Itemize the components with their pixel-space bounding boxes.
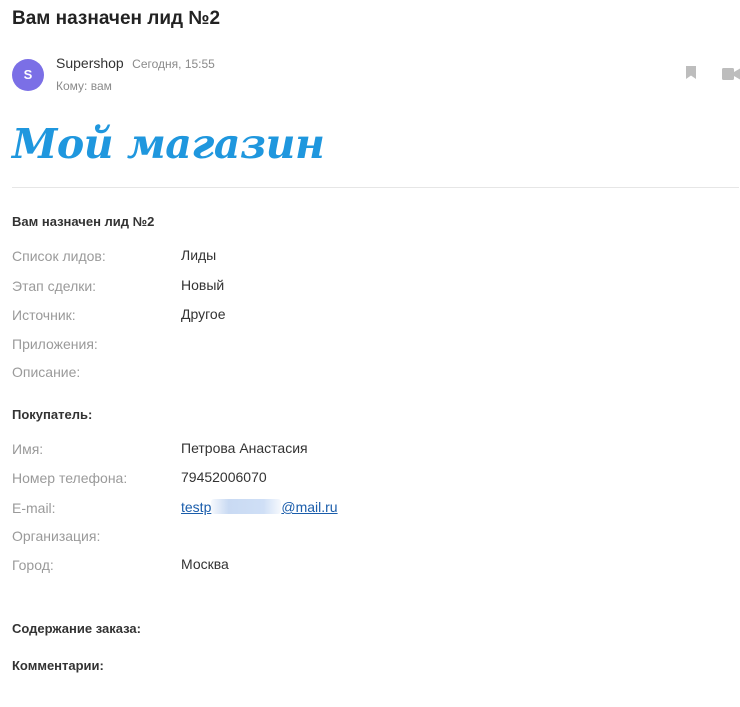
field-label: Имя: bbox=[12, 441, 44, 457]
divider bbox=[12, 187, 739, 188]
lead-field-list: Список лидов: Лиды bbox=[12, 247, 732, 266]
field-label: Организация: bbox=[12, 528, 101, 544]
lead-field-source: Источник: Другое bbox=[12, 306, 732, 325]
field-label: Город: bbox=[12, 557, 54, 573]
email-suffix[interactable]: @mail.ru bbox=[281, 499, 337, 515]
field-label: E-mail: bbox=[12, 500, 56, 516]
sent-time: Сегодня, 15:55 bbox=[132, 57, 215, 71]
field-value: Москва bbox=[181, 556, 229, 572]
field-label: Источник: bbox=[12, 307, 76, 323]
field-value: Петрова Анастасия bbox=[181, 440, 308, 456]
email-link[interactable]: testp @mail.ru bbox=[181, 499, 338, 515]
buyer-title: Покупатель: bbox=[12, 407, 93, 422]
field-value: 79452006070 bbox=[181, 469, 267, 485]
lead-title: Вам назначен лид №2 bbox=[12, 214, 155, 229]
field-value: Лиды bbox=[181, 247, 217, 263]
sender-line: Supershop Сегодня, 15:55 bbox=[56, 55, 215, 73]
field-label: Номер телефона: bbox=[12, 470, 128, 486]
field-label: Этап сделки: bbox=[12, 278, 97, 294]
redacted-blur bbox=[211, 499, 282, 514]
recipient-line: Кому: вам bbox=[56, 79, 112, 93]
field-label: Приложения: bbox=[12, 336, 98, 352]
email-prefix[interactable]: testp bbox=[181, 499, 211, 515]
field-value: Новый bbox=[181, 277, 225, 293]
lead-field-description: Описание: bbox=[12, 364, 732, 382]
order-contents-title: Содержание заказа: bbox=[12, 621, 141, 636]
lead-field-stage: Этап сделки: Новый bbox=[12, 277, 732, 296]
field-label: Список лидов: bbox=[12, 248, 106, 264]
buyer-field-email: E-mail: testp @mail.ru bbox=[12, 499, 732, 518]
field-value: Другое bbox=[181, 306, 226, 322]
buyer-field-city: Город: Москва bbox=[12, 556, 732, 575]
lead-field-attachments: Приложения: bbox=[12, 336, 732, 354]
buyer-field-phone: Номер телефона: 79452006070 bbox=[12, 469, 732, 488]
video-icon[interactable] bbox=[722, 67, 740, 85]
email-subject: Вам назначен лид №2 bbox=[12, 8, 221, 29]
field-label: Описание: bbox=[12, 364, 81, 380]
buyer-field-name: Имя: Петрова Анастасия bbox=[12, 440, 732, 459]
buyer-field-organization: Организация: bbox=[12, 528, 732, 546]
sender-name[interactable]: Supershop bbox=[56, 55, 124, 71]
email-value: testp @mail.ru bbox=[181, 499, 338, 515]
sender-avatar[interactable]: S bbox=[12, 59, 44, 91]
bookmark-icon[interactable] bbox=[686, 66, 696, 84]
comments-title: Комментарии: bbox=[12, 658, 104, 673]
shop-logo: Мой магазин bbox=[12, 120, 325, 168]
